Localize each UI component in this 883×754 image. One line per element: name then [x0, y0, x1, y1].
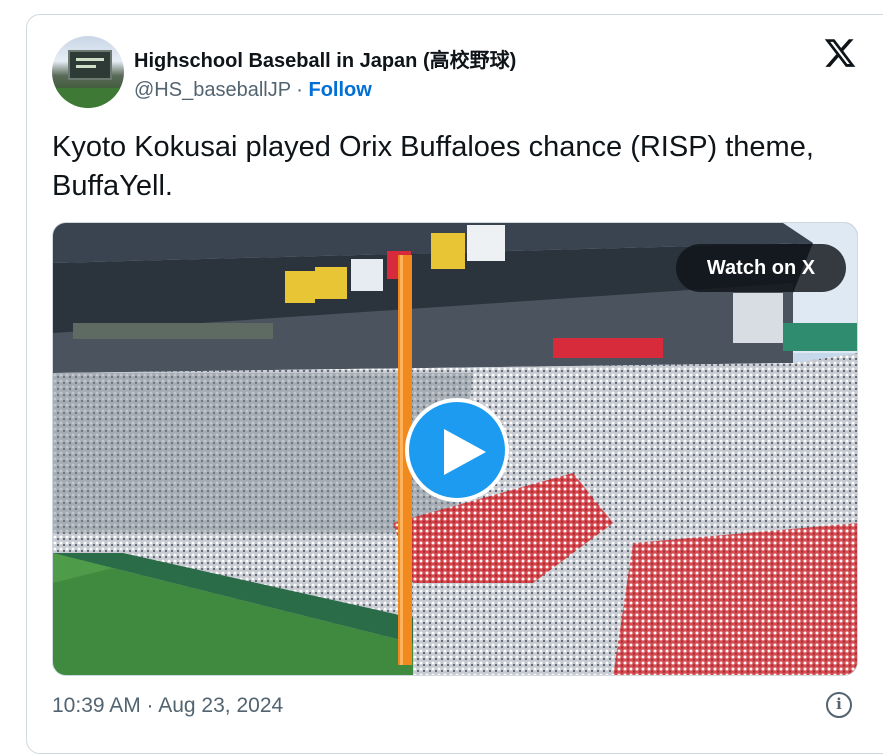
- info-icon[interactable]: i: [826, 692, 852, 718]
- x-logo-icon[interactable]: [822, 36, 858, 70]
- separator-dot: ·: [296, 79, 303, 101]
- author-handle[interactable]: @HS_baseballJP: [134, 79, 291, 101]
- follow-button[interactable]: Follow: [309, 79, 372, 101]
- author-display-name[interactable]: Highschool Baseball in Japan (高校野球): [134, 44, 516, 73]
- avatar[interactable]: [52, 36, 124, 108]
- play-icon: [444, 429, 486, 475]
- play-button[interactable]: [405, 398, 509, 502]
- field-image: [52, 88, 124, 108]
- tweet-text: Kyoto Kokusai played Orix Buffaloes chan…: [52, 131, 814, 202]
- author-handle-row: @HS_baseballJP · Follow: [134, 79, 372, 102]
- scoreboard-image: [68, 50, 112, 80]
- watch-on-x-button[interactable]: Watch on X: [676, 244, 846, 292]
- tweet-timestamp[interactable]: 10:39 AM · Aug 23, 2024: [52, 694, 283, 718]
